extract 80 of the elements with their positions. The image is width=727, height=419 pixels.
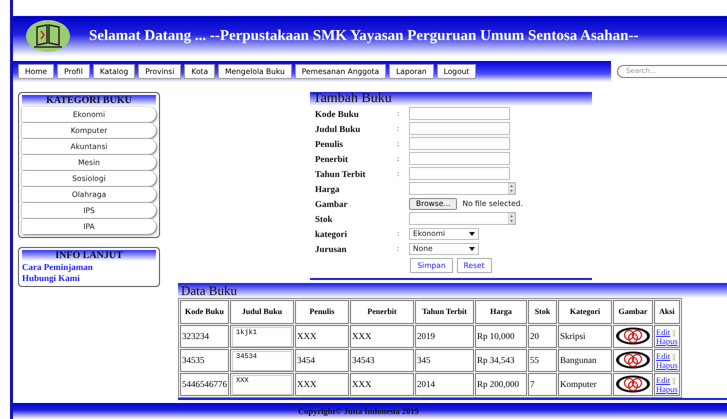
table-cell: XXX xyxy=(350,325,414,348)
column-header: Penerbit xyxy=(350,300,414,324)
field-label: Penulis xyxy=(315,138,344,148)
table-cell: 345 xyxy=(415,349,474,372)
column-header: Penulis xyxy=(295,300,349,324)
table-cell: Rp 34,543 xyxy=(475,349,527,372)
delete-link[interactable]: Hapus xyxy=(656,336,678,346)
column-header: Stok xyxy=(528,300,557,324)
panel-title: KATEGORI BUKU xyxy=(22,95,156,106)
table-cell: 2019 xyxy=(415,325,474,348)
delete-link[interactable]: Hapus xyxy=(656,360,678,370)
info-link[interactable]: Cara Peminjaman xyxy=(22,262,156,272)
number-input-field[interactable] xyxy=(409,182,516,195)
table-cell: Skripsi xyxy=(558,325,612,348)
table-cell: 5446546776 xyxy=(180,373,229,396)
field-label: kategori xyxy=(315,228,348,238)
colon-separator: : xyxy=(397,169,400,178)
table-cell: XXX xyxy=(295,325,349,348)
table-cell: Rp 10,000 xyxy=(475,325,527,348)
column-header: Aksi xyxy=(654,300,680,324)
table-cell: Rp 200,000 xyxy=(475,373,527,396)
table-cell: XXX xyxy=(295,373,349,396)
table-title: Data Buku xyxy=(178,283,727,298)
field-label: Kode Buku xyxy=(315,108,360,118)
table-cell: 3454 xyxy=(295,349,349,372)
form-title: Tambah Buku xyxy=(310,92,592,106)
table-cell: 7 xyxy=(528,373,557,396)
column-header: Harga xyxy=(475,300,527,324)
table-cell: 34535 xyxy=(180,349,229,372)
table-cell: Komputer xyxy=(558,373,612,396)
edit-link[interactable]: Edit xyxy=(656,326,670,336)
column-header: Tahun Terbit xyxy=(415,300,474,324)
edit-link[interactable]: Edit xyxy=(656,350,670,360)
rings-logo-icon xyxy=(615,374,651,392)
field-label: Harga xyxy=(315,184,340,194)
column-header: Gambar xyxy=(613,300,653,324)
column-header: Judul Buku xyxy=(230,300,294,324)
table-cell: 323234 xyxy=(180,325,229,348)
book-logo-icon xyxy=(25,19,71,53)
copyright-text: Copyright© Juita Indonesia 2019 xyxy=(298,406,419,416)
number-input-field[interactable] xyxy=(409,212,516,225)
link-separator: || xyxy=(672,376,676,384)
field-label: Tahun Terbit xyxy=(315,168,366,178)
field-label: Stok xyxy=(315,214,334,224)
colon-separator: : xyxy=(397,154,400,163)
info-link[interactable]: Hubungi Kami xyxy=(22,273,156,283)
edit-link[interactable]: Edit xyxy=(656,374,670,384)
text-input-field[interactable] xyxy=(409,107,510,120)
table-cell: 55 xyxy=(528,349,557,372)
colon-separator: : xyxy=(397,139,400,148)
table-cell: Bangunan xyxy=(558,349,612,372)
text-input-field[interactable] xyxy=(409,137,510,150)
spinner-icon[interactable] xyxy=(508,213,515,224)
table-cell: XXX xyxy=(350,373,414,396)
caret-icon[interactable] xyxy=(469,232,475,236)
spinner-icon[interactable] xyxy=(508,183,515,194)
delete-link[interactable]: Hapus xyxy=(656,384,678,394)
column-header: Kode Buku xyxy=(180,300,229,324)
rings-logo-icon xyxy=(615,350,651,368)
column-header: Kategori xyxy=(558,300,612,324)
link-separator: || xyxy=(672,352,676,360)
text-input-field[interactable] xyxy=(409,152,510,165)
table-cell: 2014 xyxy=(415,373,474,396)
field-label: Penerbit xyxy=(315,154,349,164)
link-separator: || xyxy=(672,328,676,336)
caret-icon[interactable] xyxy=(469,246,475,250)
colon-separator: : xyxy=(397,109,400,118)
colon-separator: : xyxy=(397,244,400,253)
field-label: Jurusan xyxy=(315,244,348,254)
panel-title: INFO LANJUT xyxy=(22,250,156,261)
colon-separator: : xyxy=(397,229,400,238)
colon-separator: : xyxy=(397,124,400,133)
field-label: Gambar xyxy=(315,198,348,208)
text-input-field[interactable] xyxy=(409,122,510,135)
rings-logo-icon xyxy=(615,326,651,344)
text-input-field[interactable] xyxy=(409,167,510,180)
table-cell: 20 xyxy=(528,325,557,348)
field-label: Judul Buku xyxy=(315,124,362,134)
site-title: Selamat Datang ... --Perpustakaan SMK Yayasan Perguruan Umum Sentosa Asahan-- xyxy=(89,28,638,44)
table-cell: 34543 xyxy=(350,349,414,372)
